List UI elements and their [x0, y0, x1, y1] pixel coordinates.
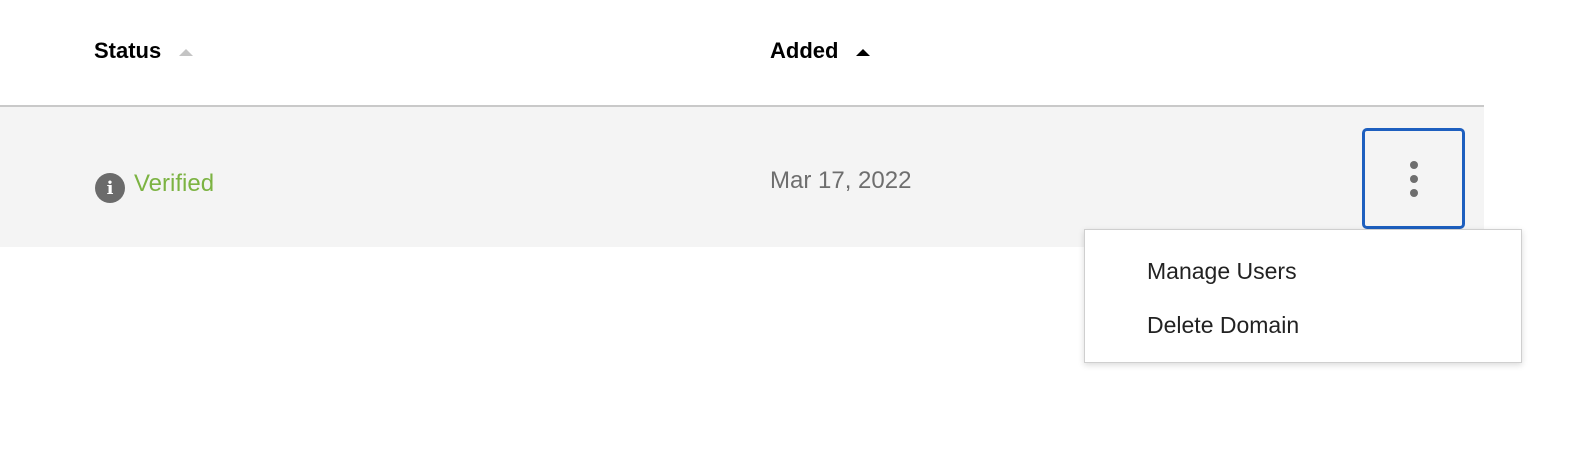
- kebab-icon: [1409, 160, 1418, 169]
- column-header-added[interactable]: Added: [770, 38, 871, 64]
- column-header-status[interactable]: Status: [94, 38, 194, 64]
- menu-item-delete-domain[interactable]: Delete Domain: [1147, 312, 1299, 339]
- table-header: Status Added: [0, 0, 1484, 107]
- info-icon[interactable]: i: [95, 173, 125, 203]
- column-header-status-label: Status: [94, 38, 162, 63]
- kebab-icon: [1409, 174, 1418, 183]
- row-actions-button[interactable]: [1362, 128, 1465, 229]
- sort-ascending-icon: [856, 48, 871, 56]
- added-date: Mar 17, 2022: [770, 167, 912, 194]
- domains-page: Status Added i Verified Mar 17, 2022 Man…: [0, 0, 1576, 476]
- status-cell: i Verified: [95, 165, 214, 203]
- domains-table: Status Added i Verified Mar 17, 2022: [0, 0, 1484, 247]
- kebab-icon: [1409, 188, 1418, 197]
- column-header-added-label: Added: [770, 38, 839, 63]
- table-row: i Verified Mar 17, 2022: [0, 107, 1484, 247]
- row-actions-menu: Manage Users Delete Domain: [1084, 229, 1522, 363]
- menu-item-manage-users[interactable]: Manage Users: [1147, 258, 1297, 285]
- sort-up-icon: [179, 48, 194, 56]
- status-verified-text: Verified: [134, 170, 215, 197]
